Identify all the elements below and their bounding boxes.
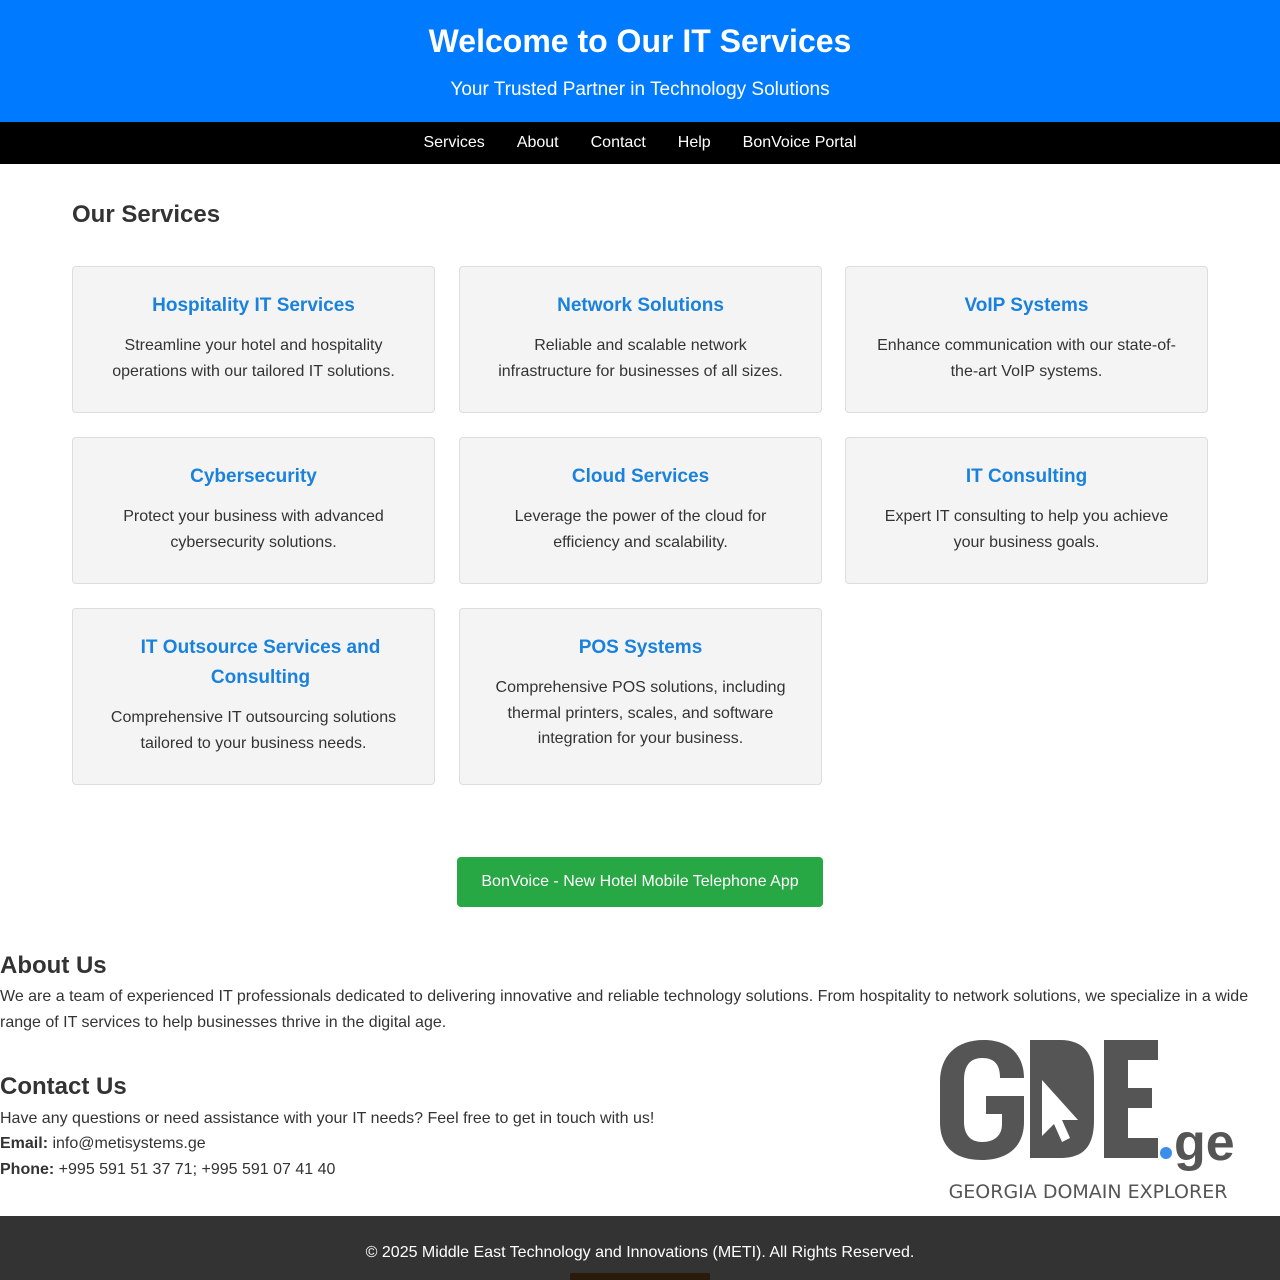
service-card-cloud: Cloud Services Leverage the power of the… bbox=[459, 437, 822, 584]
about-text: We are a team of experienced IT professi… bbox=[0, 988, 1249, 1031]
service-title[interactable]: VoIP Systems bbox=[876, 291, 1177, 321]
main-nav: Services About Contact Help BonVoice Por… bbox=[0, 122, 1280, 164]
contact-phone: Phone: +995 591 51 37 71; +995 591 07 41… bbox=[0, 1157, 335, 1183]
service-title[interactable]: IT Outsource Services and Consulting bbox=[123, 633, 398, 693]
contact-heading: Contact Us bbox=[0, 1073, 127, 1100]
service-description: Enhance communication with our state-of-… bbox=[877, 337, 1176, 380]
service-card-voip: VoIP Systems Enhance communication with … bbox=[845, 266, 1208, 413]
service-card-network: Network Solutions Reliable and scalable … bbox=[459, 266, 822, 413]
nav-link-about[interactable]: About bbox=[517, 122, 559, 164]
gde-logo[interactable]: ge GEORGIA DOMAIN EXPLORER bbox=[936, 1036, 1240, 1204]
service-title[interactable]: IT Consulting bbox=[876, 462, 1177, 492]
service-description: Protect your business with advanced cybe… bbox=[123, 508, 384, 551]
service-card-cybersecurity: Cybersecurity Protect your business with… bbox=[72, 437, 435, 584]
contact-email: Email: info@metisystems.ge bbox=[0, 1131, 206, 1157]
service-description: Comprehensive POS solutions, including t… bbox=[495, 679, 786, 748]
service-title[interactable]: POS Systems bbox=[490, 633, 791, 663]
nav-link-contact[interactable]: Contact bbox=[591, 122, 646, 164]
service-description: Streamline your hotel and hospitality op… bbox=[112, 337, 395, 380]
service-title[interactable]: Cloud Services bbox=[490, 462, 791, 492]
service-description: Expert IT consulting to help you achieve… bbox=[884, 508, 1169, 551]
footer-bar bbox=[570, 1273, 710, 1280]
phone-value[interactable]: +995 591 51 37 71; +995 591 07 41 40 bbox=[59, 1161, 336, 1178]
nav-link-bonvoice-portal[interactable]: BonVoice Portal bbox=[743, 122, 857, 164]
contact-intro: Have any questions or need assistance wi… bbox=[0, 1110, 655, 1127]
service-title[interactable]: Hospitality IT Services bbox=[103, 291, 404, 321]
email-label: Email: bbox=[0, 1135, 49, 1152]
service-card-consulting: IT Consulting Expert IT consulting to he… bbox=[845, 437, 1208, 584]
service-title[interactable]: Network Solutions bbox=[490, 291, 791, 321]
logo-tagline: GEORGIA DOMAIN EXPLORER bbox=[949, 1181, 1228, 1203]
nav-link-help[interactable]: Help bbox=[678, 122, 711, 164]
service-description: Reliable and scalable network infrastruc… bbox=[498, 337, 783, 380]
site-header: Welcome to Our IT Services Your Trusted … bbox=[0, 0, 1280, 122]
email-value[interactable]: info@metisystems.ge bbox=[52, 1135, 205, 1152]
site-subtitle: Your Trusted Partner in Technology Solut… bbox=[450, 79, 830, 100]
logo-tld: ge bbox=[1174, 1114, 1235, 1172]
service-description: Comprehensive IT outsourcing solutions t… bbox=[110, 709, 397, 752]
footer-copyright: © 2025 Middle East Technology and Innova… bbox=[365, 1244, 915, 1261]
phone-label: Phone: bbox=[0, 1161, 55, 1178]
about-heading: About Us bbox=[0, 952, 107, 979]
service-card-outsource: IT Outsource Services and Consulting Com… bbox=[72, 608, 435, 785]
service-card-hospitality: Hospitality IT Services Streamline your … bbox=[72, 266, 435, 413]
services-heading: Our Services bbox=[72, 201, 221, 228]
service-title[interactable]: Cybersecurity bbox=[103, 462, 404, 492]
nav-link-services[interactable]: Services bbox=[423, 122, 484, 164]
gde-logo-graphic: ge GEORGIA DOMAIN EXPLORER bbox=[940, 1040, 1235, 1203]
site-footer: © 2025 Middle East Technology and Innova… bbox=[0, 1216, 1280, 1280]
service-description: Leverage the power of the cloud for effi… bbox=[514, 508, 767, 551]
site-title: Welcome to Our IT Services bbox=[428, 23, 852, 59]
bonvoice-app-button[interactable]: BonVoice - New Hotel Mobile Telephone Ap… bbox=[457, 857, 823, 907]
service-card-pos: POS Systems Comprehensive POS solutions,… bbox=[459, 608, 822, 785]
